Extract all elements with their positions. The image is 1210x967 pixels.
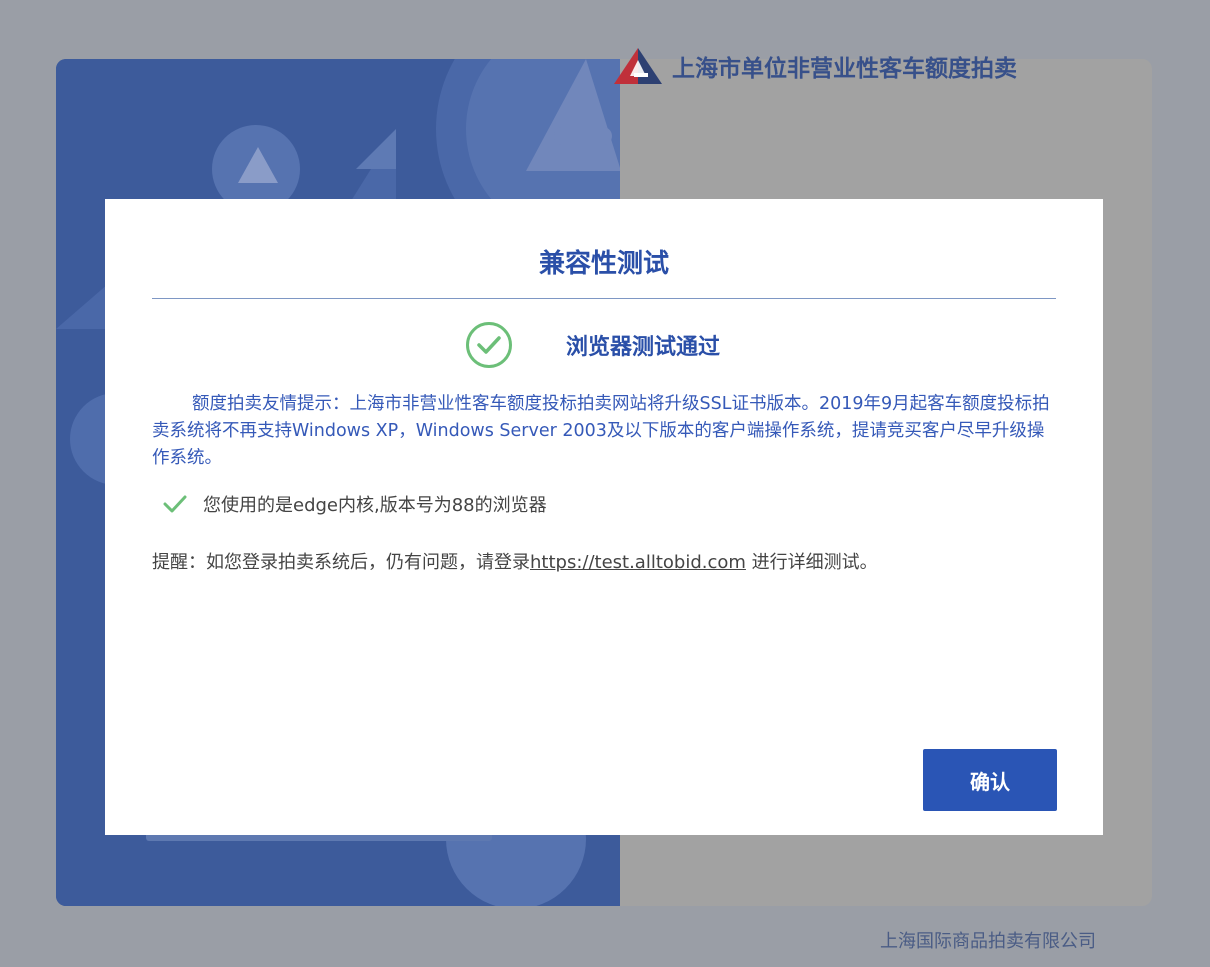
reminder-text: 提醒：如您登录拍卖系统后，仍有问题，请登录https://test.alltob…	[152, 548, 878, 574]
browser-info-row: 您使用的是edge内核,版本号为88的浏览器	[162, 491, 547, 517]
brand-title: 上海市单位非营业性客车额度拍卖	[672, 56, 1017, 82]
compatibility-dialog: 兼容性测试 浏览器测试通过 额度拍卖友情提示：上海市非营业性客车额度投标拍卖网站…	[105, 199, 1103, 835]
test-pass-message: 浏览器测试通过	[566, 335, 721, 360]
test-site-link[interactable]: https://test.alltobid.com	[530, 552, 746, 573]
sail-logo-icon	[614, 46, 662, 86]
test-result-row: 浏览器测试通过	[466, 319, 720, 371]
brand-header: 上海市单位非营业性客车额度拍卖	[614, 46, 1017, 86]
check-icon	[162, 493, 188, 515]
reminder-prefix: 提醒：如您登录拍卖系统后，仍有问题，请登录	[152, 552, 530, 573]
dialog-title: 兼容性测试	[538, 249, 669, 279]
confirm-button[interactable]: 确认	[923, 749, 1057, 811]
check-circle-icon	[466, 322, 512, 368]
reminder-suffix: 进行详细测试。	[745, 552, 878, 573]
browser-info-text: 您使用的是edge内核,版本号为88的浏览器	[203, 495, 547, 516]
footer-company: 上海国际商品拍卖有限公司	[880, 931, 1096, 952]
ssl-notice-text: 额度拍卖友情提示：上海市非营业性客车额度投标拍卖网站将升级SSL证书版本。201…	[152, 394, 1050, 468]
dialog-divider	[152, 298, 1056, 299]
